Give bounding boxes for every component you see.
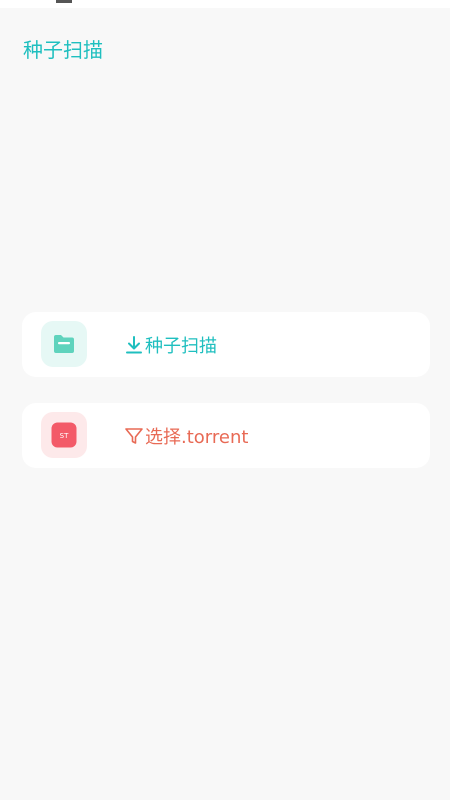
folder-icon-tile: [41, 321, 87, 367]
select-torrent-label: 选择.torrent: [145, 426, 249, 448]
torrent-file-icon-tile: ST: [41, 412, 87, 458]
torrent-file-icon: ST: [51, 422, 77, 448]
filter-icon: [125, 427, 143, 444]
torrent-file-icon-text: ST: [60, 432, 69, 440]
page-title: 种子扫描: [23, 38, 103, 62]
scan-torrent-card[interactable]: 种子扫描: [22, 312, 430, 377]
folder-icon: [54, 335, 74, 353]
select-torrent-card[interactable]: ST 选择.torrent: [22, 403, 430, 468]
select-torrent-button[interactable]: 选择.torrent: [124, 403, 248, 468]
status-bar: [0, 0, 450, 8]
download-icon: [126, 335, 142, 353]
scan-torrent-button[interactable]: 种子扫描: [124, 312, 217, 377]
scan-torrent-label: 种子扫描: [145, 335, 217, 357]
status-indicator: [56, 0, 72, 3]
